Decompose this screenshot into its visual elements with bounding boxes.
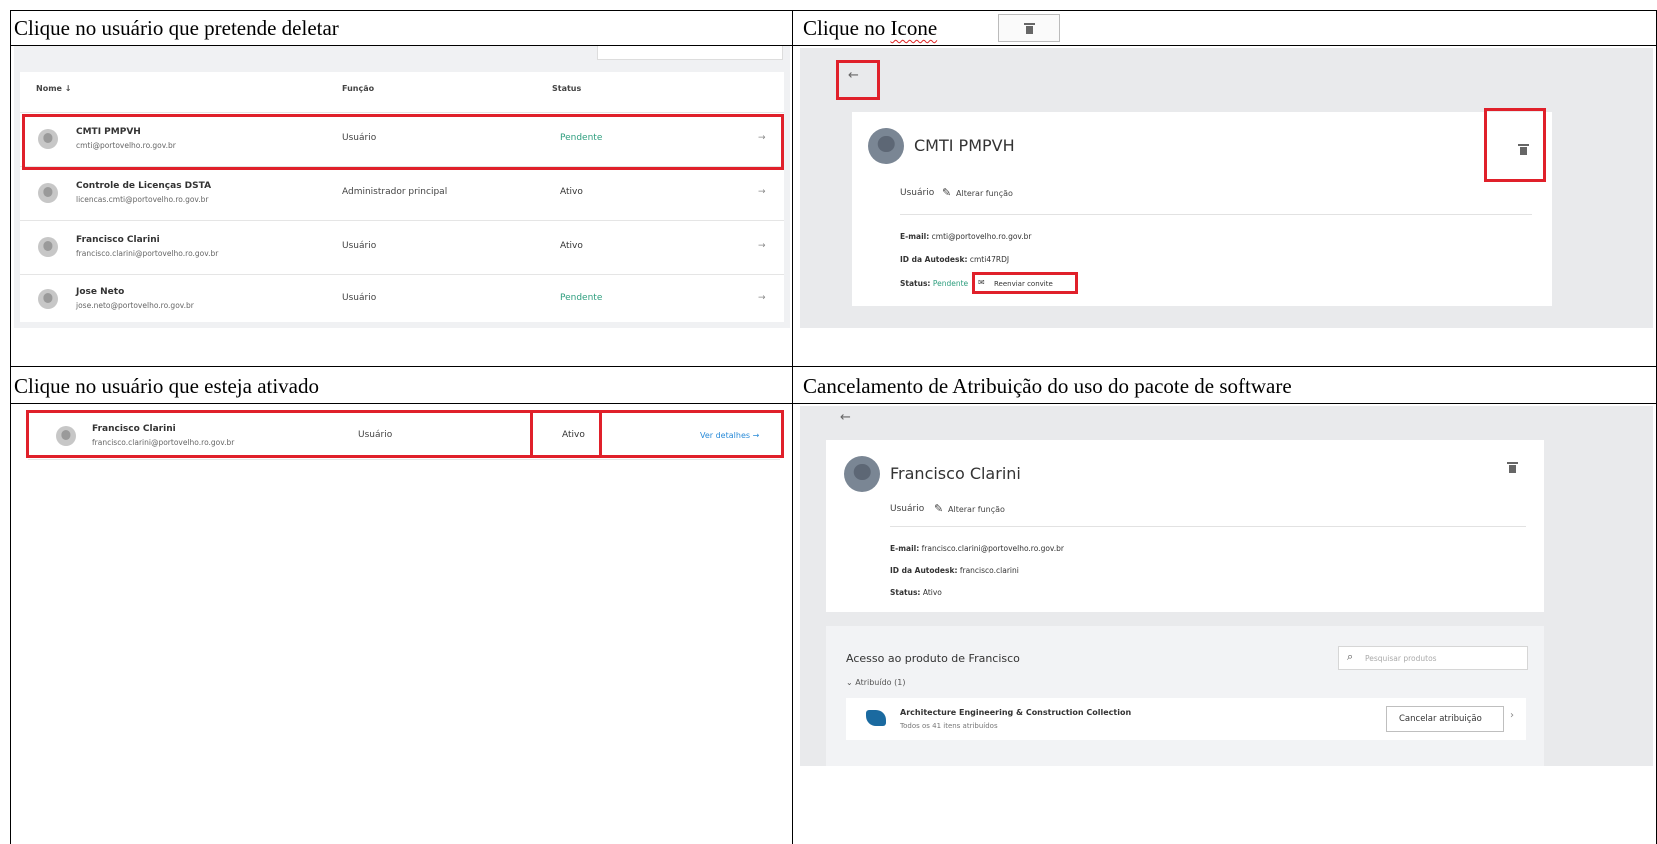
search-placeholder: Pesquisar produtos — [1365, 654, 1437, 663]
email-row: E-mail: cmti@portovelho.ro.gov.br — [900, 232, 1032, 241]
user-name: Francisco Clarini — [890, 464, 1021, 483]
user-name: Francisco Clarini — [76, 235, 160, 245]
divider — [900, 214, 1532, 215]
highlight-box-status — [530, 410, 602, 458]
table-row-divider-2 — [10, 366, 1657, 367]
product-logo-icon — [866, 710, 886, 726]
user-email: jose.neto@portovelho.ro.gov.br — [76, 301, 194, 310]
user-name: Controle de Licenças DSTA — [76, 181, 212, 191]
highlight-box-row — [22, 114, 784, 170]
cell-title-active-user: Clique no usuário que esteja ativado — [14, 374, 320, 398]
table-row[interactable]: Controle de Licenças DSTA licencas.cmti@… — [20, 166, 784, 220]
cell-title-click-icon: Clique no Icone — [803, 16, 937, 41]
column-header-role[interactable]: Função — [342, 84, 374, 93]
email-row: E-mail: francisco.clarini@portovelho.ro.… — [890, 544, 1064, 553]
user-name: CMTI PMPVH — [914, 136, 1015, 155]
user-role: Administrador principal — [342, 187, 448, 197]
product-search-input[interactable]: ⌕ Pesquisar produtos — [1338, 646, 1528, 670]
autodesk-id-label: ID da Autodesk: — [900, 255, 968, 264]
table-border-left — [10, 10, 11, 844]
user-card: Francisco Clarini Usuário ✎ Alterar funç… — [826, 440, 1544, 612]
avatar — [868, 128, 904, 164]
user-role: Usuário — [890, 504, 925, 514]
highlight-box-row — [26, 410, 784, 458]
cancel-assignment-screenshot: ← Francisco Clarini Usuário ✎ Alterar fu… — [800, 406, 1653, 766]
table-border-top — [10, 10, 1657, 11]
email-value: cmti@portovelho.ro.gov.br — [931, 232, 1032, 241]
cell-title-click-icon-prefix: Clique no — [803, 16, 891, 40]
status-badge: Ativo — [560, 241, 583, 251]
user-role: Usuário — [342, 293, 377, 303]
trash-icon[interactable] — [1507, 462, 1518, 473]
table-row[interactable]: Jose Neto jose.neto@portovelho.ro.gov.br… — [20, 274, 784, 322]
arrow-right-icon[interactable]: → — [758, 241, 766, 251]
user-table: Nome ↓ Função Status CMTI PMPVH cmti@por… — [20, 72, 784, 322]
arrow-right-icon[interactable]: → — [758, 293, 766, 303]
autodesk-id-label: ID da Autodesk: — [890, 566, 958, 575]
email-label: E-mail: — [890, 544, 920, 553]
status-value: Pendente — [932, 279, 969, 288]
divider — [890, 526, 1526, 527]
change-role-link[interactable]: Alterar função — [956, 189, 1013, 198]
avatar — [38, 183, 58, 203]
highlight-box-back — [836, 60, 880, 100]
table-row-divider-3 — [10, 403, 1657, 404]
status-badge: Pendente — [560, 293, 603, 303]
status-label: Status: — [900, 279, 931, 288]
change-role-link[interactable]: Alterar função — [948, 505, 1005, 514]
avatar — [38, 289, 58, 309]
table-row[interactable]: Francisco Clarini francisco.clarini@port… — [20, 220, 784, 274]
user-email: licencas.cmti@portovelho.ro.gov.br — [76, 195, 209, 204]
assigned-label: Atribuído (1) — [855, 678, 906, 687]
cell-title-delete-user: Clique no usuário que pretende deletar — [14, 16, 339, 40]
status-row: Status: Ativo — [890, 588, 942, 597]
column-header-status[interactable]: Status — [552, 84, 581, 93]
search-input[interactable] — [597, 46, 783, 60]
user-detail-screenshot: ← CMTI PMPVH Usuário ✎ Alterar função E-… — [800, 48, 1653, 328]
user-role: Usuário — [342, 241, 377, 251]
product-access-panel: Acesso ao produto de Francisco ⌕ Pesquis… — [826, 626, 1544, 766]
pencil-icon[interactable]: ✎ — [942, 186, 951, 199]
user-email: francisco.clarini@portovelho.ro.gov.br — [76, 249, 219, 258]
cancel-assignment-button[interactable]: Cancelar atribuição — [1386, 706, 1504, 732]
user-list-screenshot: Nome ↓ Função Status CMTI PMPVH cmti@por… — [14, 46, 790, 328]
autodesk-id-value: cmti47RDJ — [969, 255, 1010, 264]
avatar — [38, 237, 58, 257]
pencil-icon[interactable]: ✎ — [934, 502, 943, 515]
icon-sample-box — [998, 14, 1060, 42]
user-name: Jose Neto — [76, 287, 125, 297]
chevron-right-icon[interactable]: › — [1510, 710, 1514, 721]
back-arrow-icon[interactable]: ← — [840, 410, 851, 425]
status-badge: Ativo — [560, 187, 583, 197]
avatar — [844, 456, 880, 492]
assigned-toggle[interactable]: ⌄ Atribuído (1) — [846, 678, 905, 687]
product-subtitle: Todos os 41 itens atribuídos — [900, 722, 998, 730]
product-access-title: Acesso ao produto de Francisco — [846, 652, 1020, 665]
status-row: Status: Pendente — [900, 279, 968, 288]
active-user-screenshot: Francisco Clarini francisco.clarini@port… — [18, 406, 792, 476]
arrow-right-icon[interactable]: → — [758, 187, 766, 197]
cancel-assignment-label: Cancelar atribuição — [1399, 714, 1482, 724]
email-label: E-mail: — [900, 232, 930, 241]
trash-icon — [1024, 23, 1035, 34]
table-divider-vertical — [792, 10, 793, 844]
user-role: Usuário — [900, 188, 935, 198]
autodesk-id-row: ID da Autodesk: francisco.clarini — [890, 566, 1019, 575]
product-name: Architecture Engineering & Construction … — [900, 708, 1132, 717]
email-value: francisco.clarini@portovelho.ro.gov.br — [921, 544, 1065, 553]
status-value: Ativo — [922, 588, 942, 597]
document-table: Clique no usuário que pretende deletar C… — [10, 10, 1657, 844]
highlight-box-trash — [1484, 108, 1546, 182]
autodesk-id-value: francisco.clarini — [959, 566, 1019, 575]
user-card: CMTI PMPVH Usuário ✎ Alterar função E-ma… — [852, 112, 1552, 306]
status-label: Status: — [890, 588, 921, 597]
cell-title-cancel-assignment: Cancelamento de Atribuição do uso do pac… — [803, 374, 1292, 398]
autodesk-id-row: ID da Autodesk: cmti47RDJ — [900, 255, 1009, 264]
column-header-name[interactable]: Nome ↓ — [36, 84, 71, 93]
search-icon: ⌕ — [1347, 650, 1354, 663]
cell-title-click-icon-word: Icone — [890, 16, 938, 40]
product-row: Architecture Engineering & Construction … — [846, 698, 1526, 740]
highlight-box-resend — [972, 272, 1078, 294]
